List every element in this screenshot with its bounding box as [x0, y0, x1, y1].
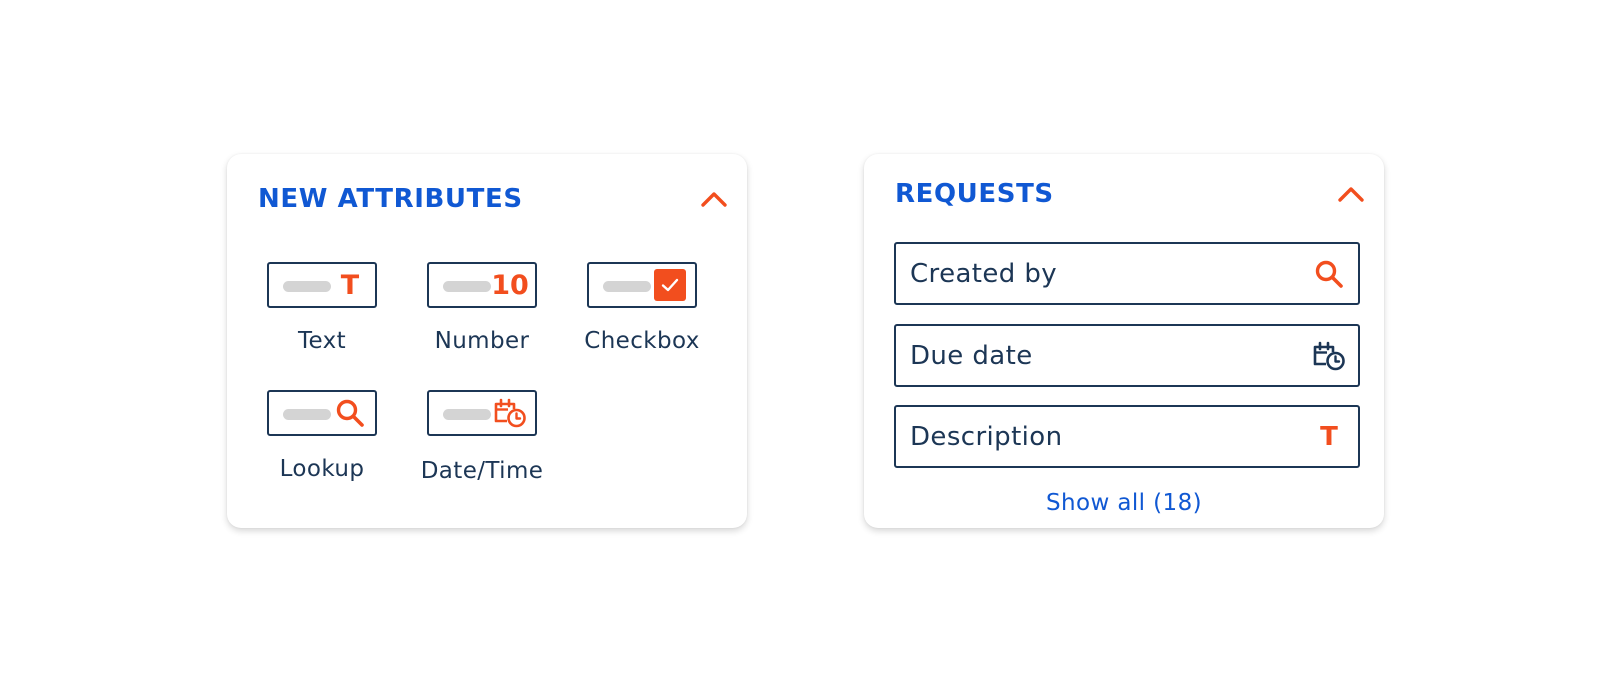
placeholder-bar	[283, 409, 331, 420]
attribute-lookup-tile	[267, 390, 377, 436]
number-icon: 10	[491, 269, 529, 301]
requests-title: REQUESTS	[895, 179, 1054, 209]
attribute-text-tile: T	[267, 262, 377, 308]
placeholder-bar	[603, 281, 651, 292]
new-attributes-title: NEW ATTRIBUTES	[258, 184, 523, 214]
attribute-checkbox[interactable]: Checkbox	[567, 262, 717, 366]
attribute-datetime[interactable]: Date/Time	[407, 390, 557, 494]
attribute-lookup-label: Lookup	[279, 456, 365, 482]
chevron-up-icon	[701, 192, 727, 207]
created-by-field[interactable]: Created by	[894, 242, 1360, 305]
due-date-label: Due date	[910, 341, 1033, 371]
requests-collapse-button[interactable]	[1336, 179, 1366, 209]
attribute-text[interactable]: T Text	[247, 262, 397, 366]
show-all-link[interactable]: Show all (18)	[864, 490, 1384, 516]
new-attributes-collapse-button[interactable]	[699, 184, 729, 214]
attribute-lookup[interactable]: Lookup	[247, 390, 397, 494]
text-t-icon: T	[1320, 422, 1338, 452]
due-date-field[interactable]: Due date	[894, 324, 1360, 387]
calendar-clock-icon	[493, 397, 527, 429]
placeholder-bar	[283, 281, 331, 292]
placeholder-bar	[443, 409, 491, 420]
placeholder-bar	[443, 281, 491, 292]
page: NEW ATTRIBUTES T Text 10 Number Checkbox…	[0, 0, 1608, 680]
chevron-up-icon	[1338, 187, 1364, 202]
attribute-text-label: Text	[297, 328, 347, 354]
search-icon	[333, 397, 367, 429]
calendar-clock-icon[interactable]	[1312, 339, 1346, 373]
attribute-number[interactable]: 10 Number	[407, 262, 557, 366]
text-t-icon: T	[340, 269, 360, 301]
description-field[interactable]: Description T	[894, 405, 1360, 468]
description-label: Description	[910, 422, 1063, 452]
attribute-number-label: Number	[434, 328, 530, 354]
new-attributes-panel: NEW ATTRIBUTES T Text 10 Number Checkbox…	[227, 154, 747, 528]
attribute-datetime-tile	[427, 390, 537, 436]
attribute-checkbox-tile	[587, 262, 697, 308]
search-icon[interactable]	[1312, 257, 1346, 291]
attribute-number-tile: 10	[427, 262, 537, 308]
checkbox-checked-icon	[653, 269, 687, 301]
attribute-datetime-label: Date/Time	[420, 458, 544, 484]
created-by-label: Created by	[910, 259, 1058, 289]
requests-panel: REQUESTS Created by Due date Description…	[864, 154, 1384, 528]
attribute-checkbox-label: Checkbox	[584, 328, 700, 354]
